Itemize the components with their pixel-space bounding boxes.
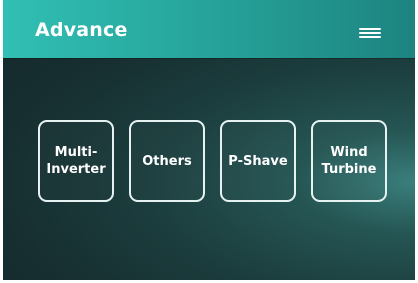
header-bar: Advance <box>3 0 415 58</box>
multi-inverter-button[interactable]: Multi- Inverter <box>38 120 114 202</box>
menu-line-bottom <box>359 36 381 38</box>
hamburger-menu-icon[interactable] <box>357 22 383 42</box>
page-title: Advance <box>35 19 128 41</box>
app-screen: Advance Multi- Inverter Others P-Shave W… <box>3 0 415 280</box>
others-button[interactable]: Others <box>129 120 205 202</box>
advance-options: Multi- Inverter Others P-Shave Wind Turb… <box>38 120 387 202</box>
wind-turbine-button[interactable]: Wind Turbine <box>311 120 387 202</box>
p-shave-button[interactable]: P-Shave <box>220 120 296 202</box>
menu-line-top <box>359 28 381 30</box>
menu-line-middle <box>359 32 381 34</box>
